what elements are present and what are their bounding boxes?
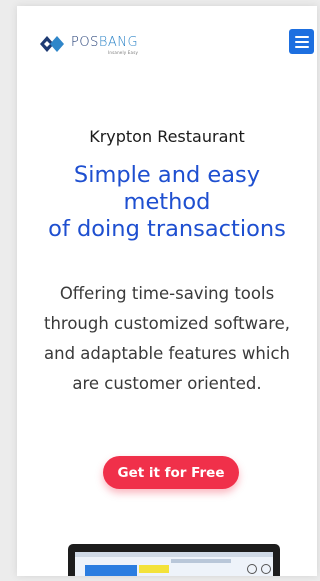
hero-description: Offering time-saving tools through custo… (17, 279, 317, 399)
screen-ring (247, 564, 257, 574)
device-screen (75, 552, 273, 576)
hamburger-icon-bar (294, 45, 309, 48)
headline-line: method (123, 189, 211, 215)
description-line: through customized software, (43, 314, 291, 333)
screen-highlight (139, 565, 169, 573)
logo-wordmark: POSBANG Insanely Easy (71, 36, 138, 55)
restaurant-name: Krypton Restaurant (89, 127, 245, 146)
page: POSBANG Insanely Easy Krypton Restaurant… (17, 6, 317, 576)
posbang-logo[interactable]: POSBANG Insanely Easy (38, 32, 138, 56)
hamburger-icon-bar (294, 40, 309, 43)
hamburger-icon-bar (294, 35, 309, 38)
headline-line: Simple and easy (73, 162, 261, 188)
hero-headline: Simple and easy method of doing transact… (17, 162, 317, 243)
logo-brand-pos: POS (71, 35, 99, 50)
description-line: and adaptable features which (44, 344, 290, 363)
description-line: Offering time-saving tools (59, 284, 275, 303)
logo-brand-bang: BANG (98, 35, 139, 50)
logo-tagline: Insanely Easy (108, 50, 139, 55)
screen-ring (261, 564, 271, 574)
get-it-for-free-button[interactable]: Get it for Free (103, 456, 239, 489)
headline-line: of doing transactions (48, 216, 286, 242)
screen-panel (85, 565, 137, 576)
screen-row (171, 559, 231, 563)
description-line: are customer oriented. (72, 374, 262, 393)
menu-button[interactable] (289, 29, 314, 54)
logo-brand: POSBANG (71, 36, 138, 49)
screen-topbar (75, 552, 273, 557)
posbang-logo-icon (40, 36, 64, 52)
pos-device-image (68, 544, 280, 576)
